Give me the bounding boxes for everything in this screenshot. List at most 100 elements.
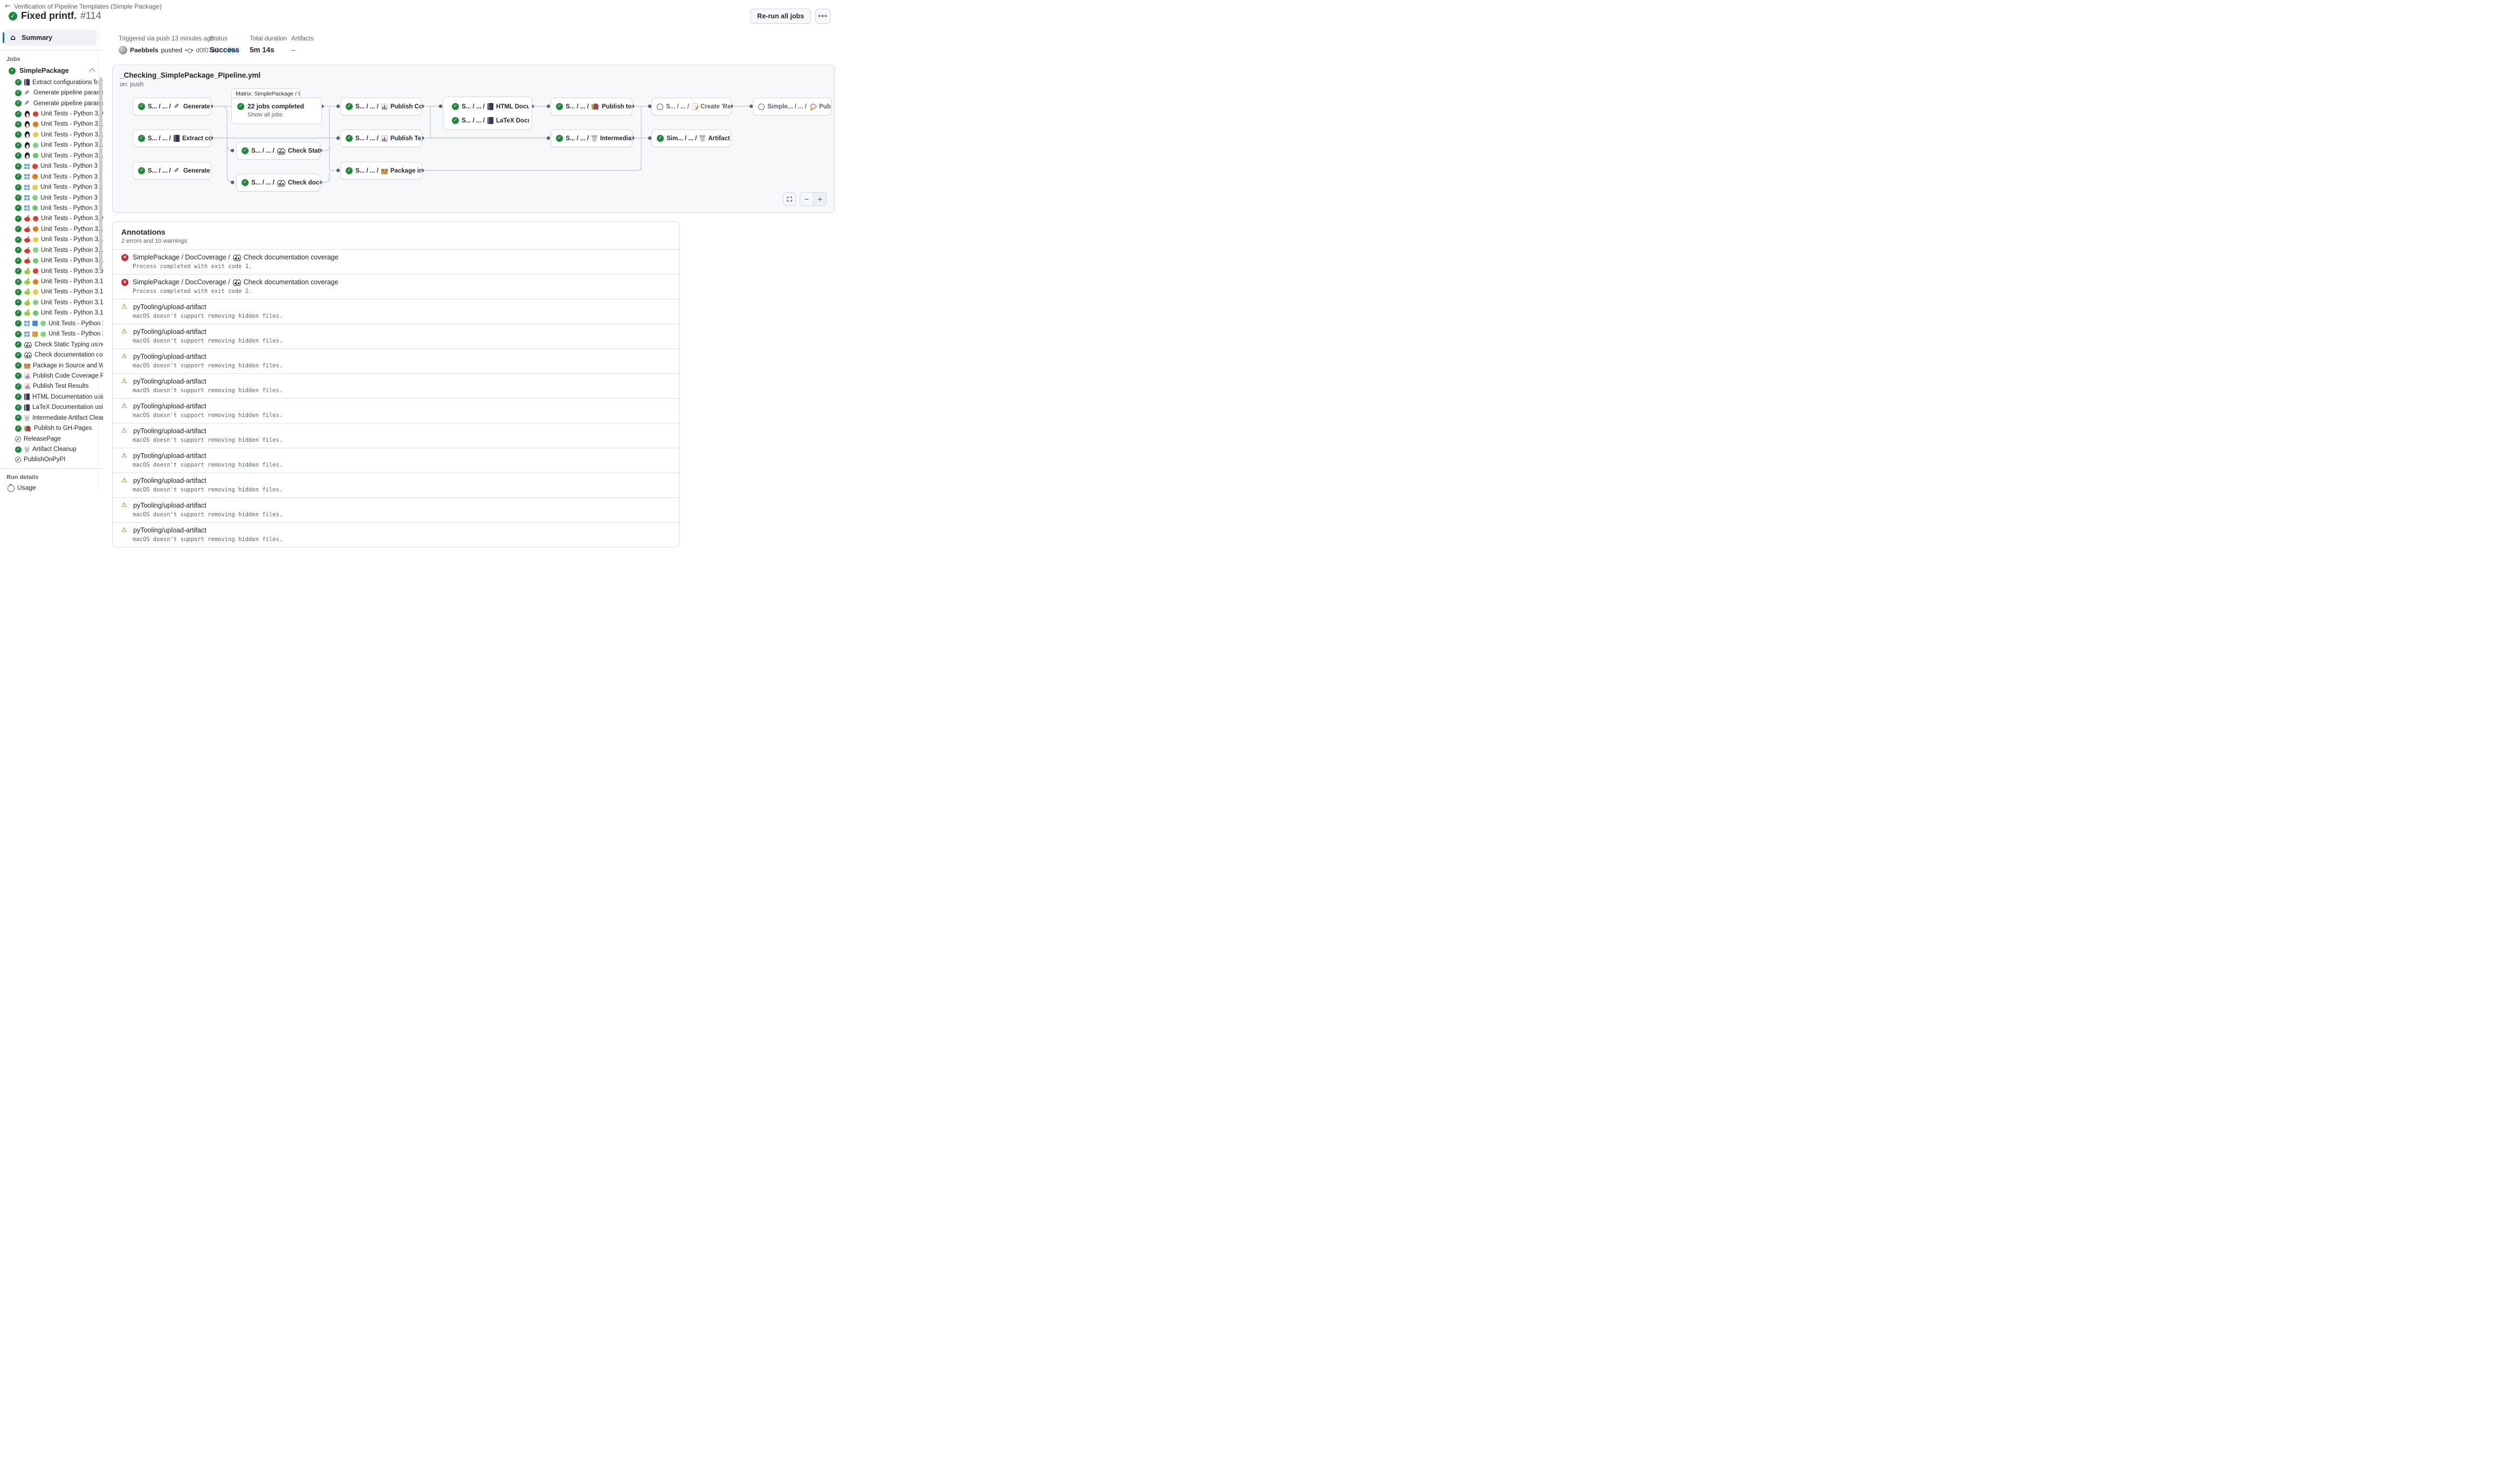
sidebar-job-item[interactable]: Package in Source and Wheel...: [0, 360, 103, 371]
sidebar-item-usage[interactable]: Usage: [0, 482, 103, 492]
sidebar-job-item[interactable]: Unit Tests - Python 3.12: [0, 318, 103, 329]
graph-node-checkstatic[interactable]: S... / ... / Check Static Ty...17s: [236, 142, 320, 160]
annotation-error[interactable]: SimplePackage / DocCoverage / Check docu…: [113, 249, 679, 274]
sidebar-job-item[interactable]: Unit Tests - Python 3.12: [0, 245, 103, 255]
node-label: Create 'Release Pa...: [701, 104, 731, 110]
annotation-title: pyTooling/upload-artifact: [133, 402, 207, 410]
graph-node-pubtest[interactable]: S... / ... / Publish Test Re...13s: [340, 129, 422, 147]
sidebar-job-item[interactable]: Unit Tests - Python 3.12: [0, 193, 103, 203]
apple-green-icon: [24, 310, 30, 316]
sidebar-job-item[interactable]: Unit Tests - Python 3.11: [0, 235, 103, 245]
annotation-warning[interactable]: pyTooling/upload-artifactmacOS doesn't s…: [113, 324, 679, 348]
sidebar-job-item[interactable]: Unit Tests - Python 3.11: [0, 287, 103, 297]
sidebar-job-item[interactable]: Publish Test Results: [0, 381, 103, 392]
sidebar-job-item[interactable]: Check Static Typing using Pyt...: [0, 339, 103, 350]
sidebar-job-item[interactable]: Unit Tests - Python 3.12: [0, 329, 103, 339]
dot-green-lt-icon: [33, 142, 38, 148]
sidebar-job-item[interactable]: Unit Tests - Python 3.12: [0, 140, 103, 151]
apple-red-icon: [24, 226, 30, 232]
sidebar-job-item[interactable]: Publish Code Coverage Results: [0, 371, 103, 381]
sidebar-job-item[interactable]: ReleasePage: [0, 434, 103, 444]
matrix-node[interactable]: 22 jobs completed Show all jobs: [231, 98, 322, 124]
annotation-warning[interactable]: pyTooling/upload-artifactmacOS doesn't s…: [113, 448, 679, 473]
avatar[interactable]: [119, 46, 127, 54]
sidebar-scrollbar-thumb[interactable]: [99, 77, 102, 271]
book-icon: [24, 394, 30, 400]
graph-node-gen2[interactable]: S... / ... / Generate pipelin...0s: [133, 162, 211, 180]
more-options-button[interactable]: •••: [815, 9, 830, 24]
annotation-warning[interactable]: pyTooling/upload-artifactmacOS doesn't s…: [113, 473, 679, 497]
sidebar-job-item[interactable]: Extract configurations from p...: [0, 77, 103, 87]
dot-red-icon: [33, 111, 38, 117]
zoom-out-button[interactable]: −: [800, 193, 813, 206]
check-icon: [15, 383, 22, 389]
graph-node-artifact[interactable]: Sim... / ... / Artifact Cleanup4s: [651, 129, 731, 147]
graph-node-extract[interactable]: S... / ... / Extract configur...4s: [133, 129, 211, 147]
rerun-all-jobs-button[interactable]: Re-run all jobs: [750, 9, 811, 24]
actor-action: pushed: [161, 46, 182, 54]
graph-node-release[interactable]: S... / ... / Create 'Release Pa...: [651, 98, 731, 115]
annotation-warning[interactable]: pyTooling/upload-artifactmacOS doesn't s…: [113, 423, 679, 448]
graph-node-intermediate[interactable]: S... / ... / Intermediate A...16s: [551, 129, 633, 147]
show-all-jobs-link[interactable]: Show all jobs: [248, 112, 321, 118]
annotation-title: pyTooling/upload-artifact: [133, 526, 207, 534]
annotation-warning[interactable]: pyTooling/upload-artifactmacOS doesn't s…: [113, 299, 679, 324]
graph-node-pypi[interactable]: Simple... / ... / Publish to PyPI: [753, 98, 832, 115]
run-details-label: Run details: [0, 472, 103, 482]
sidebar-job-item[interactable]: Unit Tests - Python 3.11: [0, 129, 103, 140]
sidebar-job-item[interactable]: Unit Tests - Python 3.9: [0, 214, 103, 224]
sidebar-job-item[interactable]: Unit Tests - Python 3.13: [0, 203, 103, 213]
sidebar-job-item[interactable]: HTML Documentation using ...: [0, 392, 103, 402]
graph-node-latex[interactable]: S... / ... / LaTeX Docume...51s: [447, 112, 529, 129]
fullscreen-button[interactable]: [783, 193, 796, 206]
job-label: Publish Test Results: [33, 383, 88, 389]
annotation-title: pyTooling/upload-artifact: [133, 452, 207, 460]
annotation-warning[interactable]: pyTooling/upload-artifactmacOS doesn't s…: [113, 398, 679, 423]
sidebar-job-item[interactable]: Unit Tests - Python 3.11: [0, 182, 103, 192]
job-label: Publish to GH-Pages: [34, 425, 92, 432]
sidebar-job-item[interactable]: Check documentation covera...: [0, 350, 103, 360]
breadcrumb[interactable]: ← Verification of Pipeline Templates (Si…: [5, 2, 162, 10]
eyes-icon: [233, 255, 241, 260]
sidebar-job-item[interactable]: Unit Tests - Python 3.10: [0, 276, 103, 286]
sidebar-job-item[interactable]: Unit Tests - Python 3.9: [0, 108, 103, 119]
graph-node-ghpages[interactable]: S... / ... / Publish to GH-P...7s: [551, 98, 633, 115]
rocket-icon: [809, 103, 816, 110]
sidebar-job-item[interactable]: Unit Tests - Python 3.10: [0, 119, 103, 129]
sidebar-job-item[interactable]: Unit Tests - Python 3.13: [0, 255, 103, 265]
sidebar-job-item[interactable]: Unit Tests - Python 3.10: [0, 172, 103, 182]
node-prefix: S... / ... /: [566, 135, 589, 142]
sidebar-job-item[interactable]: Unit Tests - Python 3.13: [0, 308, 103, 318]
sidebar-job-item[interactable]: Artifact Cleanup: [0, 444, 103, 454]
sidebar-group-simplepackage[interactable]: SimplePackage: [0, 64, 103, 77]
sidebar-job-item[interactable]: Unit Tests - Python 3.13: [0, 151, 103, 161]
warn-icon: [121, 477, 129, 484]
sidebar-job-item[interactable]: Unit Tests - Python 3.9: [0, 161, 103, 172]
annotation-error[interactable]: SimplePackage / DocCoverage / Check docu…: [113, 274, 679, 299]
sidebar-job-item[interactable]: PublishOnPyPI: [0, 455, 103, 465]
graph-node-pubcov[interactable]: S... / ... / Publish Code C...20s: [340, 98, 422, 115]
node-prefix: S... / ... /: [251, 180, 274, 186]
graph-node-checkdoc[interactable]: S... / ... / Check docume...18s: [236, 174, 320, 192]
duration-label: Total duration: [250, 36, 291, 42]
sidebar-job-item[interactable]: Unit Tests - Python 3.9: [0, 266, 103, 276]
actor-name[interactable]: Paebbels: [130, 46, 159, 54]
sidebar-job-item[interactable]: Intermediate Artifact Cleanup: [0, 413, 103, 423]
sidebar-job-item[interactable]: Generate pipeline parameters: [0, 98, 103, 108]
annotation-warning[interactable]: pyTooling/upload-artifactmacOS doesn't s…: [113, 497, 679, 522]
node-prefix: S... / ... /: [462, 118, 485, 124]
sidebar-job-item[interactable]: LaTeX Documentation using ...: [0, 402, 103, 413]
sidebar-job-item[interactable]: Unit Tests - Python 3.12: [0, 297, 103, 307]
zoom-in-button[interactable]: +: [813, 193, 826, 206]
sidebar-job-item[interactable]: Publish to GH-Pages: [0, 423, 103, 433]
sidebar-item-summary[interactable]: Summary: [5, 30, 97, 46]
sidebar-job-item[interactable]: Unit Tests - Python 3.10: [0, 224, 103, 234]
run-meta: Triggered via push 13 minutes ago Paebbe…: [119, 36, 314, 54]
annotation-warning[interactable]: pyTooling/upload-artifactmacOS doesn't s…: [113, 348, 679, 373]
annotation-warning[interactable]: pyTooling/upload-artifactmacOS doesn't s…: [113, 522, 679, 547]
graph-node-gen1[interactable]: S... / ... / Generate pipelin...0s: [133, 98, 211, 115]
graph-node-package[interactable]: S... / ... / Package in Sou...18s: [340, 162, 422, 180]
annotation-warning[interactable]: pyTooling/upload-artifactmacOS doesn't s…: [113, 373, 679, 398]
job-label: Unit Tests - Python 3.11: [41, 132, 103, 138]
sidebar-job-item[interactable]: Generate pipeline parameters: [0, 87, 103, 98]
